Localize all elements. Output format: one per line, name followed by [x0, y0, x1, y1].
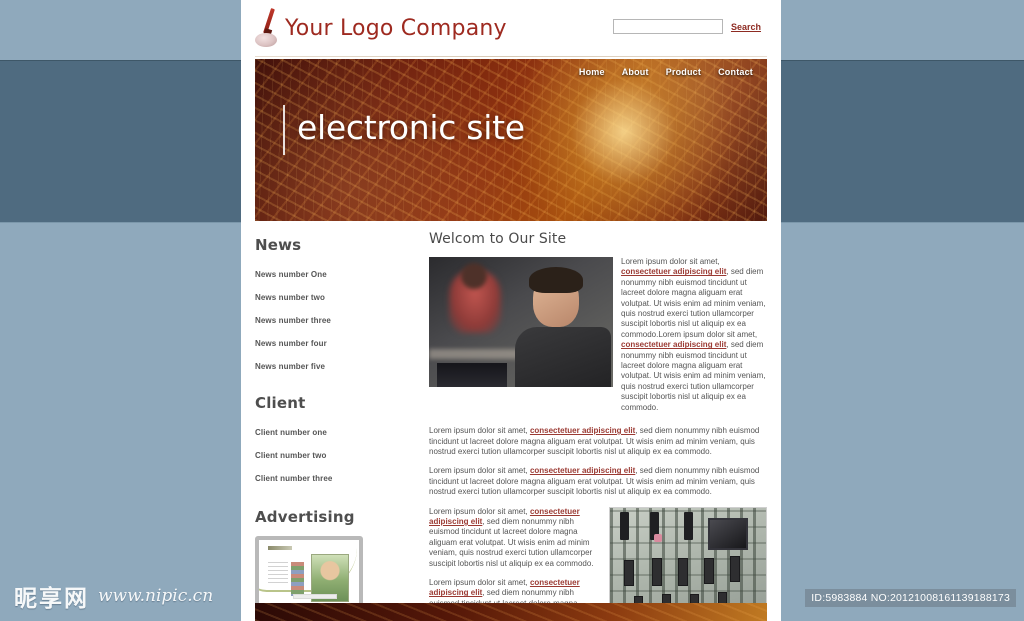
site-logo[interactable]: Your Logo Company — [255, 8, 507, 48]
header-divider — [255, 56, 767, 57]
p4-text-a: Lorem ipsum dolor sit amet, — [429, 506, 530, 516]
hero-banner: Home About Product Contact electronic si… — [255, 59, 767, 221]
intro-row: Lorem ipsum dolor sit amet, consectetuer… — [429, 257, 767, 422]
news-heading: News — [255, 236, 302, 254]
sidebar-item-news-5[interactable]: News number five — [255, 362, 325, 371]
sidebar-item-news-4[interactable]: News number four — [255, 339, 327, 348]
list-item: News number three — [255, 310, 415, 328]
hero-title: electronic site — [297, 108, 525, 147]
list-item: Client number one — [255, 422, 415, 440]
logo-text: Your Logo Company — [285, 15, 507, 41]
nav-item-contact[interactable]: Contact — [718, 67, 753, 77]
sidebar-item-news-2[interactable]: News number two — [255, 293, 325, 302]
news-list: News number One News number two News num… — [255, 264, 415, 374]
list-item: News number four — [255, 333, 415, 351]
paragraph-3: Lorem ipsum dolor sit amet, consectetuer… — [429, 466, 767, 497]
client-list: Client number one Client number two Clie… — [255, 422, 415, 486]
list-item: News number two — [255, 287, 415, 305]
list-item: Client number two — [255, 445, 415, 463]
list-item: Client number three — [255, 468, 415, 486]
p5-text-a: Lorem ipsum dolor sit amet, — [429, 577, 530, 587]
website-page-container: Your Logo Company Search Home About Prod… — [241, 0, 781, 621]
site-header: Your Logo Company Search — [241, 0, 781, 57]
list-item: News number One — [255, 264, 415, 282]
paintbrush-logo-icon — [255, 8, 281, 48]
page-title: Welcom to Our Site — [429, 231, 567, 247]
sidebar-item-client-1[interactable]: Client number one — [255, 428, 327, 437]
list-item: News number five — [255, 356, 415, 374]
search-input[interactable] — [612, 19, 723, 34]
paragraph-2: Lorem ipsum dolor sit amet, consectetuer… — [429, 426, 767, 457]
p1-text-c: , sed diem nonummy nibh euismod tincidun… — [621, 340, 766, 412]
sidebar-item-news-3[interactable]: News number three — [255, 316, 331, 325]
sidebar: News News number One News number two New… — [255, 231, 425, 621]
advertising-heading: Advertising — [255, 508, 355, 526]
nav-item-about[interactable]: About — [622, 67, 649, 77]
inline-link[interactable]: consectetuer adipiscing elit — [530, 426, 635, 435]
p2-text-a: Lorem ipsum dolor sit amet, — [429, 426, 530, 436]
monitor-graphic — [255, 536, 363, 608]
sidebar-item-client-3[interactable]: Client number three — [255, 474, 332, 483]
hero-title-group: electronic site — [283, 105, 525, 155]
main-column: Welcom to Our Site Lorem ipsum dolor sit… — [425, 231, 767, 621]
search-area: Search — [612, 19, 761, 34]
wide-text-block: Lorem ipsum dolor sit amet, consectetuer… — [429, 426, 767, 497]
search-button[interactable]: Search — [731, 22, 761, 32]
intro-text-column: Lorem ipsum dolor sit amet, consectetuer… — [621, 257, 767, 422]
content-area: News News number One News number two New… — [241, 221, 781, 621]
image-id-badge: ID:5983884 NO:20121008161139188173 — [805, 589, 1016, 607]
main-navigation: Home About Product Contact — [579, 67, 753, 77]
p1-text-b: , sed diem nonummy nibh euismod tincidun… — [621, 267, 766, 339]
paragraph-1: Lorem ipsum dolor sit amet, consectetuer… — [621, 257, 767, 413]
sidebar-item-client-2[interactable]: Client number two — [255, 451, 326, 460]
p1-text-a: Lorem ipsum dolor sit amet, — [621, 257, 720, 266]
hero-accent-bar — [283, 105, 285, 155]
inline-link[interactable]: consectetuer adipiscing elit — [621, 267, 726, 276]
inline-link[interactable]: consectetuer adipiscing elit — [530, 466, 635, 475]
footer-circuit-strip — [255, 603, 767, 621]
client-heading: Client — [255, 394, 306, 412]
nav-item-product[interactable]: Product — [666, 67, 701, 77]
nav-item-home[interactable]: Home — [579, 67, 605, 77]
sidebar-item-news-1[interactable]: News number One — [255, 270, 327, 279]
p3-text-a: Lorem ipsum dolor sit amet, — [429, 466, 530, 476]
inline-link[interactable]: consectetuer adipiscing elit — [621, 340, 726, 349]
man-at-laptop-photo — [429, 257, 613, 387]
paragraph-4: Lorem ipsum dolor sit amet, consectetuer… — [429, 507, 601, 569]
